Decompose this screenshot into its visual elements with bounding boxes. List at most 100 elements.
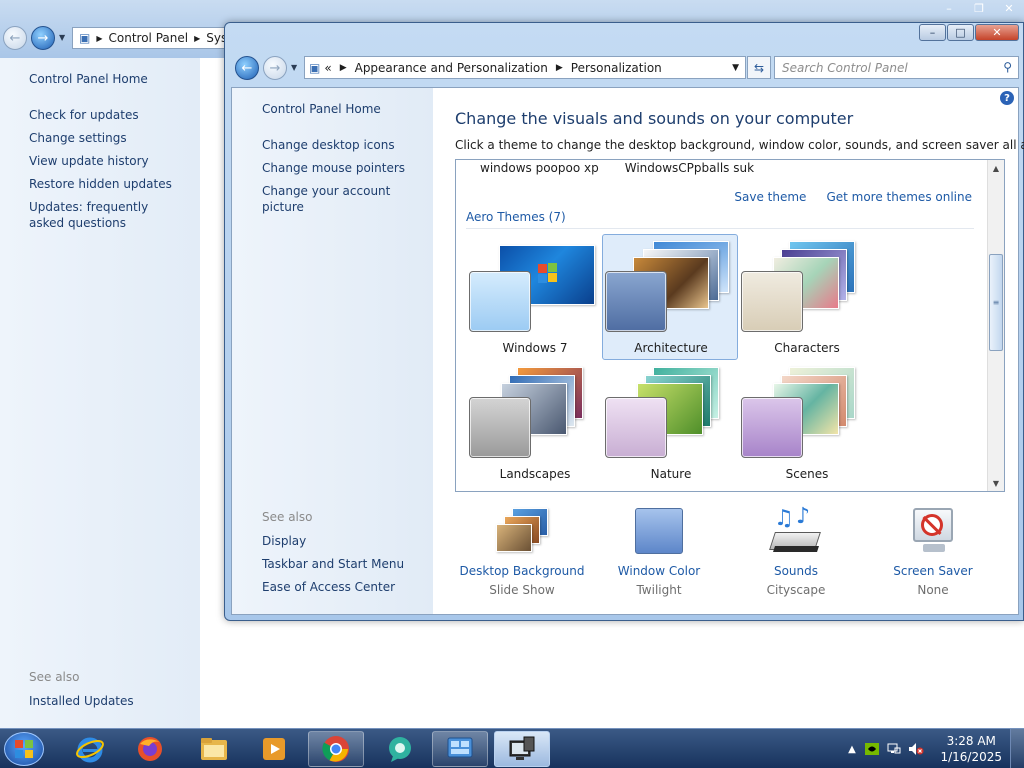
help-icon[interactable]: ?	[1000, 91, 1014, 105]
theme-characters[interactable]: Characters	[738, 234, 874, 360]
taskbar-file-explorer[interactable]	[186, 731, 242, 767]
scroll-thumb[interactable]: ≡	[989, 254, 1003, 351]
search-icon[interactable]: ⚲	[1003, 60, 1012, 74]
window-color-label[interactable]: Window Color	[592, 564, 726, 578]
breadcrumb-separator-icon: ▶	[555, 62, 563, 73]
address-bar[interactable]: ▣ « ▶ Appearance and Personalization ▶ P…	[304, 56, 746, 79]
sounds-item[interactable]: ♫ ♪ Sounds Cityscape	[729, 504, 863, 597]
network-icon[interactable]	[886, 741, 902, 757]
sounds-label[interactable]: Sounds	[729, 564, 863, 578]
taskbar-control-panel[interactable]	[432, 731, 488, 767]
link-ease-of-access[interactable]: Ease of Access Center	[262, 579, 432, 595]
get-more-themes-link[interactable]: Get more themes online	[826, 189, 972, 205]
theme-color-swatch	[605, 271, 667, 332]
windows-logo-icon	[15, 740, 33, 758]
scroll-up-icon[interactable]: ▲	[988, 160, 1004, 176]
personalization-window: – □ ✕ ← → ▼ ▣ « ▶ Appearance and Persona…	[224, 22, 1024, 621]
control-panel-icon: ▣	[79, 31, 91, 45]
address-dropdown-icon[interactable]: ▼	[732, 63, 739, 73]
desktop-background-label[interactable]: Desktop Background	[455, 564, 589, 578]
screen-saver-item[interactable]: Screen Saver None	[866, 506, 1000, 597]
bg-link-view-update-history[interactable]: View update history	[29, 153, 189, 169]
nvidia-icon[interactable]	[864, 741, 880, 757]
clock[interactable]: 3:28 AM 1/16/2025	[940, 733, 1002, 765]
clock-time: 3:28 AM	[946, 734, 996, 748]
start-button[interactable]	[4, 732, 44, 766]
theme-list: windows poopoo xp WindowsCPpballs suk Sa…	[455, 159, 1005, 492]
bg-back-button[interactable]: ←	[3, 26, 27, 50]
screen-saver-label[interactable]: Screen Saver	[866, 564, 1000, 578]
page-title: Change the visuals and sounds on your co…	[455, 109, 854, 128]
theme-actions: Save theme Get more themes online	[734, 189, 972, 205]
breadcrumb-personalization[interactable]: Personalization	[571, 61, 662, 75]
link-control-panel-home[interactable]: Control Panel Home	[262, 101, 432, 117]
back-button[interactable]: ←	[235, 56, 259, 80]
forward-button[interactable]: →	[263, 56, 287, 80]
bg-see-also-label: See also	[29, 670, 80, 684]
window-color-value: Twilight	[636, 583, 682, 597]
folder-icon	[201, 738, 227, 760]
link-display[interactable]: Display	[262, 533, 432, 549]
taskbar-firefox[interactable]	[122, 731, 178, 767]
bg-address-bar[interactable]: ▣ ▶ Control Panel ▶ Sys	[72, 27, 232, 49]
desktop-background-value: Slide Show	[489, 583, 555, 597]
sounds-icon: ♫ ♪	[768, 504, 824, 558]
save-theme-link[interactable]: Save theme	[734, 189, 806, 205]
taskbar-chat-app[interactable]	[372, 731, 428, 767]
close-button[interactable]: ✕	[975, 24, 1019, 41]
theme-architecture[interactable]: Architecture	[602, 234, 738, 360]
taskbar-internet-explorer[interactable]	[62, 731, 118, 767]
theme-scenes[interactable]: Scenes	[738, 360, 874, 486]
theme-color-swatch	[741, 271, 803, 332]
bg-close-button[interactable]: ✕	[994, 0, 1024, 17]
show-desktop-button[interactable]	[1010, 729, 1024, 768]
theme-item-my-theme-2[interactable]: WindowsCPpballs suk	[625, 161, 754, 175]
volume-muted-icon[interactable]	[908, 741, 924, 757]
bg-link-check-for-updates[interactable]: Check for updates	[29, 107, 189, 123]
bg-restore-button[interactable]: ❐	[964, 0, 994, 17]
window-color-item[interactable]: Window Color Twilight	[592, 506, 726, 597]
taskbar: ▲ 3:28 AM 1/16/2025	[0, 728, 1024, 768]
bg-breadcrumb-item[interactable]: Control Panel	[109, 31, 189, 45]
breadcrumb-overflow[interactable]: «	[324, 61, 331, 75]
theme-nature[interactable]: Nature	[602, 360, 738, 486]
bg-history-dropdown-icon[interactable]: ▼	[59, 33, 65, 42]
desktop-background-icon	[494, 506, 550, 558]
bg-link-restore-hidden-updates[interactable]: Restore hidden updates	[29, 176, 189, 192]
bg-forward-button[interactable]: →	[31, 26, 55, 50]
desktop-background-item[interactable]: Desktop Background Slide Show	[455, 506, 589, 597]
theme-name: Windows 7	[502, 341, 568, 355]
bg-link-change-settings[interactable]: Change settings	[29, 130, 189, 146]
theme-list-scrollbar[interactable]: ▲ ≡ ▼	[987, 160, 1004, 491]
bg-link-updates-faq[interactable]: Updates: frequently asked questions	[29, 199, 179, 231]
scroll-down-icon[interactable]: ▼	[988, 475, 1004, 491]
refresh-icon: ⇆	[753, 60, 765, 75]
theme-name: Architecture	[634, 341, 708, 355]
link-change-mouse-pointers[interactable]: Change mouse pointers	[262, 160, 432, 176]
theme-landscapes[interactable]: Landscapes	[466, 360, 602, 486]
theme-name: Nature	[650, 467, 692, 481]
navigation-bar: ← → ▼ ▣ « ▶ Appearance and Personalizati…	[233, 53, 1019, 83]
bg-link-control-panel-home[interactable]: Control Panel Home	[29, 71, 189, 87]
bg-minimize-button[interactable]: –	[934, 0, 964, 17]
search-input[interactable]: Search Control Panel ⚲	[774, 56, 1019, 79]
taskbar-media-player[interactable]	[246, 731, 302, 767]
bg-link-installed-updates[interactable]: Installed Updates	[29, 693, 189, 709]
taskbar-remote-desktop[interactable]	[494, 731, 550, 767]
theme-color-swatch	[605, 397, 667, 458]
taskbar-chrome[interactable]	[308, 731, 364, 767]
minimize-button[interactable]: –	[919, 24, 946, 41]
link-change-desktop-icons[interactable]: Change desktop icons	[262, 137, 432, 153]
refresh-button[interactable]: ⇆	[747, 56, 771, 79]
recent-pages-dropdown-icon[interactable]: ▼	[291, 63, 297, 72]
show-hidden-icons-icon[interactable]: ▲	[844, 741, 860, 757]
theme-item-my-theme-1[interactable]: windows poopoo xp	[480, 161, 599, 175]
my-themes-row: windows poopoo xp WindowsCPpballs suk	[480, 161, 754, 175]
bg-caption-buttons: – ❐ ✕	[934, 0, 1024, 18]
link-change-account-picture[interactable]: Change your account picture	[262, 183, 432, 215]
window-content: Control Panel Home Change desktop icons …	[231, 87, 1024, 615]
theme-windows-7[interactable]: Windows 7	[466, 234, 602, 360]
maximize-button[interactable]: □	[947, 24, 974, 41]
breadcrumb-appearance[interactable]: Appearance and Personalization	[355, 61, 548, 75]
link-taskbar-start-menu[interactable]: Taskbar and Start Menu	[262, 556, 432, 572]
